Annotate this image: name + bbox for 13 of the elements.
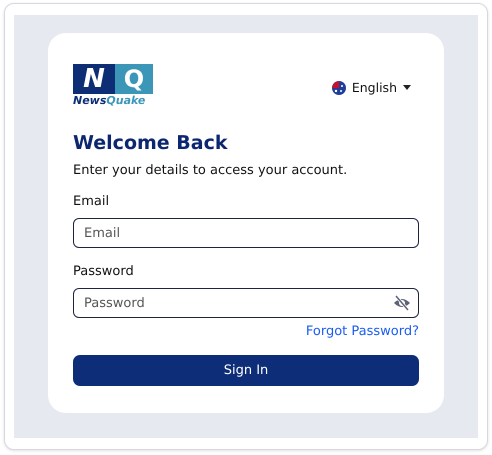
welcome-heading: Welcome Back [73, 132, 229, 154]
password-field[interactable]: Password [73, 288, 419, 318]
subtitle: Enter your details to access your account. [73, 163, 348, 178]
logo: N Q NewsQuake [73, 64, 155, 108]
email-field[interactable]: Email [73, 218, 419, 248]
sign-in-button[interactable]: Sign In [73, 355, 419, 386]
eye-off-icon[interactable] [393, 295, 411, 311]
caret-icon [403, 85, 411, 90]
field-label: Password [73, 264, 135, 279]
forgot-password-link[interactable]: Forgot Password? [306, 324, 419, 339]
field-label: Email [73, 194, 110, 209]
language-selector[interactable]: English [332, 80, 411, 95]
flag-icon [332, 80, 346, 94]
